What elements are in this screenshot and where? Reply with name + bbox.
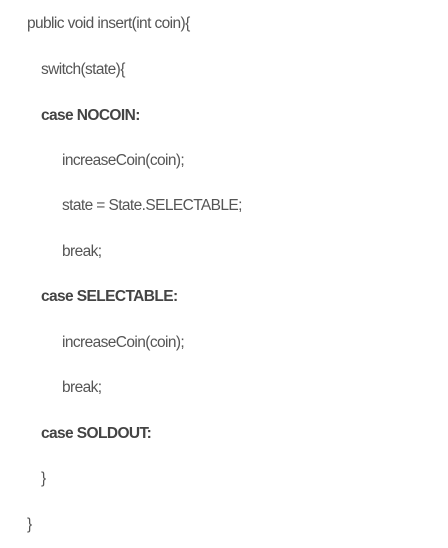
method-close-brace: }	[27, 516, 32, 533]
break-line: break;	[62, 243, 102, 260]
state-assignment-line: state = State.SELECTABLE;	[62, 197, 242, 214]
case-soldout-line: case SOLDOUT:	[41, 425, 152, 442]
switch-line: switch(state){	[41, 61, 125, 78]
method-signature-line: public void insert(int coin){	[27, 15, 190, 32]
switch-close-brace: }	[41, 470, 46, 487]
increase-coin-line: increaseCoin(coin);	[62, 334, 185, 351]
case-nocoin-line: case NOCOIN:	[41, 107, 140, 124]
case-selectable-line: case SELECTABLE:	[41, 288, 178, 305]
break-line: break;	[62, 379, 102, 396]
increase-coin-line: increaseCoin(coin);	[62, 152, 185, 169]
code-snippet: public void insert(int coin){ switch(sta…	[0, 0, 448, 548]
